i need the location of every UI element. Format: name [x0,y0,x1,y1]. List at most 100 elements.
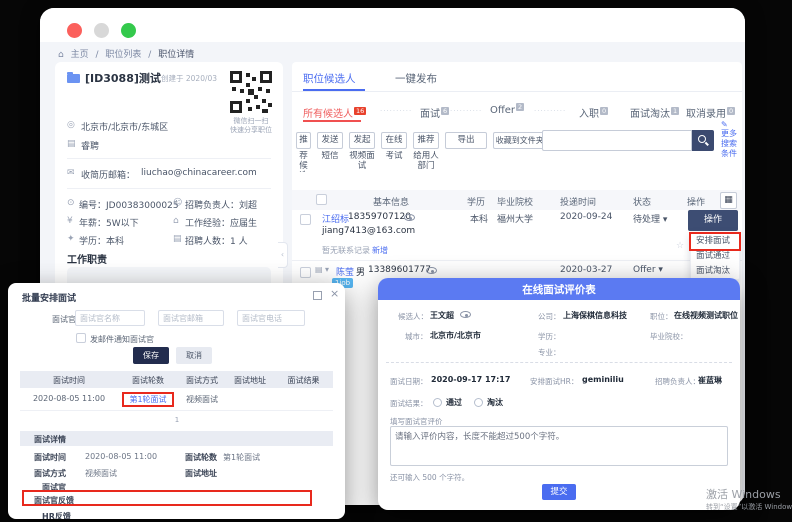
stage-interview-rejected[interactable]: 面试淘汰1 [630,105,679,120]
dialog-title: 在线面试评价表 [378,282,740,297]
menu-item-interview-reject[interactable]: 面试淘汰 [691,264,739,279]
stage-offer[interactable]: Offer2 [490,105,524,116]
star-icon[interactable]: ☆ [676,241,684,251]
radio-fail-label: 淘汰 [487,397,503,408]
stage-all-candidates[interactable]: 所有候选人16 [303,105,366,120]
notify-checkbox-label: 发邮件通知面试官 [90,334,154,345]
menu-item-interview-pass[interactable]: 面试通过 [691,249,739,264]
submit-button[interactable]: 提交 [542,484,576,500]
select-all-checkbox[interactable] [316,194,327,205]
row-checkbox[interactable] [300,267,311,278]
experience: 工作经验：应届生 [185,216,257,229]
interviewer-email-input[interactable] [158,310,224,326]
candidate-degree: 本科 [470,212,488,225]
headcount: 招聘人数：1 人 [185,234,248,247]
company-icon: ▤ [67,139,76,149]
interview-detail-title: 面试详情 [34,434,66,445]
breadcrumb-job-list[interactable]: 职位列表 [105,50,141,60]
column-interview-result: 面试结果 [274,375,333,386]
eye-icon[interactable] [460,311,471,318]
position-name: 在线视频测试职位 [674,310,738,321]
duties-title: 工作职责 [67,251,107,266]
recruit-owner-label: 招聘负责人： [655,376,700,387]
tab-one-click-publish[interactable]: 一键发布 [395,71,437,86]
dialog-title: 批量安排面试 [22,291,76,304]
detail-hr-feedback-label: HR反馈 [42,511,71,519]
chevron-down-icon[interactable]: ▾ [325,265,329,274]
city-label: 城市： [405,331,428,342]
breadcrumb-separator: / [148,50,151,60]
candidate-status-dropdown[interactable]: Offer ▾ [633,265,663,275]
send-sms-button[interactable]: 发送 [317,132,343,149]
search-button[interactable] [692,130,714,151]
close-window-button[interactable] [67,23,82,38]
column-action: 操作 [687,195,705,208]
candidate-status-dropdown[interactable]: 待处理 ▾ [633,212,667,225]
candidate-phone: 18359707120 [348,212,411,222]
start-video-interview-button[interactable]: 发起 [349,132,375,149]
pencil-icon: ✎ [721,120,728,129]
eye-icon[interactable] [404,214,415,221]
minimize-window-button[interactable] [94,23,109,38]
more-search-conditions-link[interactable]: 更多搜索条件 [721,129,741,159]
online-exam-button[interactable]: 在线 [381,132,407,149]
stage-connector: ·········· [380,107,412,115]
candidate-gender: 男 [356,265,365,278]
resume-icon: ▤ [315,265,323,274]
export-button[interactable]: 导出 [445,132,487,149]
column-interview-address: 面试地址 [226,375,274,386]
send-sms-button-overflow: 短信 [317,151,343,161]
breadcrumb: ⌂ 主页 / 职位列表 / 职位详情 [58,47,198,60]
breadcrumb-home[interactable]: 主页 [71,50,89,60]
expand-icon[interactable] [313,291,322,300]
add-contact-link[interactable]: 新增 [372,245,388,256]
cancel-button[interactable]: 取消 [176,347,212,364]
company-name: 睿聘 [81,139,99,152]
recommend-to-department-button-overflow: 给用人部门 [413,151,439,171]
interviewer-phone-input[interactable] [237,310,305,326]
interview-mode-cell: 视频面试 [178,394,226,405]
stage-offer-cancelled[interactable]: 取消录用0 [686,105,735,120]
column-settings-button[interactable]: ▦ [720,192,737,209]
notify-checkbox[interactable] [76,333,86,343]
pagination[interactable]: 1 [168,416,186,424]
candidate-name-link[interactable]: 陈莹 [336,265,354,278]
detail-round-label: 面试轮数 [185,452,217,463]
column-school: 毕业院校 [497,195,533,208]
candidate-name-link[interactable]: 江绍标 [322,212,349,225]
no-contact-note: 暂无联系记录 [322,245,370,256]
detail-time-value: 2020-08-05 11:00 [85,452,157,461]
stage-connector: ·········· [534,107,566,115]
interviewer-name-input[interactable] [75,310,145,326]
recommend-to-department-button[interactable]: 推荐 [413,132,439,149]
eye-icon[interactable] [426,267,437,274]
degree-label: 学历： [538,331,561,342]
tab-job-candidates[interactable]: 职位候选人 [303,71,356,86]
qr-caption: 微信扫一扫 快速分享职位 [221,117,281,135]
evaluation-comment-textarea[interactable] [390,426,728,466]
close-icon[interactable]: × [330,287,339,300]
maximize-window-button[interactable] [121,23,136,38]
interview-round-link[interactable]: 第1轮面试 [124,394,172,405]
collapse-panel-handle[interactable]: ‹ [278,242,288,268]
row-checkbox[interactable] [300,214,311,225]
stage-onboard[interactable]: 入职0 [579,105,608,120]
company-label: 公司： [538,311,561,322]
candidate-name: 王文超 [430,310,454,321]
interview-time-cell: 2020-08-05 11:00 [20,394,118,403]
interview-detail-header [20,431,333,446]
save-button[interactable]: 保存 [133,347,169,364]
action-button[interactable]: 操作 [688,210,738,231]
stage-interview[interactable]: 面试6 [420,105,449,120]
radio-pass[interactable] [433,398,442,407]
person-icon: ☺ [173,198,182,208]
recommend-candidate-button[interactable]: 推 [296,132,311,149]
search-input[interactable] [542,130,692,151]
detail-feedback-label: 面试官反馈 [34,495,74,506]
menu-item-schedule-interview[interactable]: 安排面试 [691,234,739,249]
stage-count-badge: 2 [516,103,524,111]
radio-fail[interactable] [474,398,483,407]
chevron-down-icon: ▾ [658,265,663,275]
interviewer-feedback-highlight: 面试官反馈 [22,490,312,506]
candidate-email: jiang7413@163.com [322,226,415,236]
